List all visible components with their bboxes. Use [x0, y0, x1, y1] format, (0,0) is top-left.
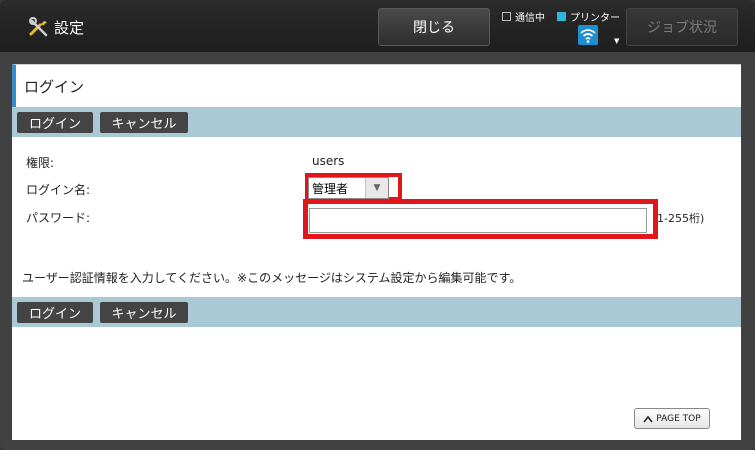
cancel-button-bottom[interactable]: キャンセル — [100, 302, 188, 323]
communicating-indicator-icon — [502, 12, 511, 21]
tools-icon — [29, 17, 48, 37]
wifi-icon[interactable] — [578, 25, 598, 45]
login-name-select[interactable]: 管理者 ▼ — [308, 177, 389, 199]
page-title: ログイン — [12, 64, 741, 107]
printer-indicator-icon — [557, 12, 566, 21]
communicating-label: 通信中 — [515, 13, 545, 24]
top-bar: 設定 閉じる 通信中 プリンター ▼ ジョブ状況 — [0, 0, 755, 52]
password-length-hint: 1-255桁) — [657, 212, 705, 225]
status-area: 通信中 プリンター ▼ — [502, 9, 624, 49]
button-bar-bottom: ログイン キャンセル — [12, 297, 741, 327]
authority-value: users — [312, 154, 345, 168]
main-content: ログイン ログイン キャンセル 権限: users ログイン名: 管理者 ▼ パ… — [12, 64, 741, 440]
cancel-button-top[interactable]: キャンセル — [100, 112, 188, 133]
status-communicating: 通信中 — [502, 9, 545, 24]
settings-label: 設定 — [54, 18, 85, 37]
login-button-bottom[interactable]: ログイン — [17, 302, 93, 323]
close-button[interactable]: 閉じる — [378, 8, 490, 46]
page-top-button[interactable]: PAGE TOP — [634, 408, 710, 429]
authority-label: 権限: — [26, 156, 55, 170]
password-label: パスワード: — [26, 211, 91, 225]
printer-label: プリンター — [570, 13, 620, 24]
login-name-selected-value: 管理者 — [312, 181, 349, 196]
status-printer: プリンター — [557, 9, 620, 24]
auth-message: ユーザー認証情報を入力してください。※このメッセージはシステム設定から編集可能で… — [22, 271, 522, 285]
status-dropdown-caret-icon[interactable]: ▼ — [614, 37, 619, 45]
device-screen: 設定 閉じる 通信中 プリンター ▼ ジョブ状況 ログイン ログイン キャンセル… — [0, 0, 755, 450]
settings-button[interactable]: 設定 — [28, 14, 84, 40]
job-status-button[interactable]: ジョブ状況 — [626, 8, 738, 46]
password-input[interactable] — [309, 208, 647, 233]
chevron-down-icon: ▼ — [365, 178, 388, 198]
page-top-label: PAGE TOP — [656, 413, 701, 424]
chevron-up-icon — [643, 415, 653, 422]
login-name-label: ログイン名: — [26, 183, 91, 197]
login-button-top[interactable]: ログイン — [17, 112, 93, 133]
button-bar-top: ログイン キャンセル — [12, 107, 741, 137]
